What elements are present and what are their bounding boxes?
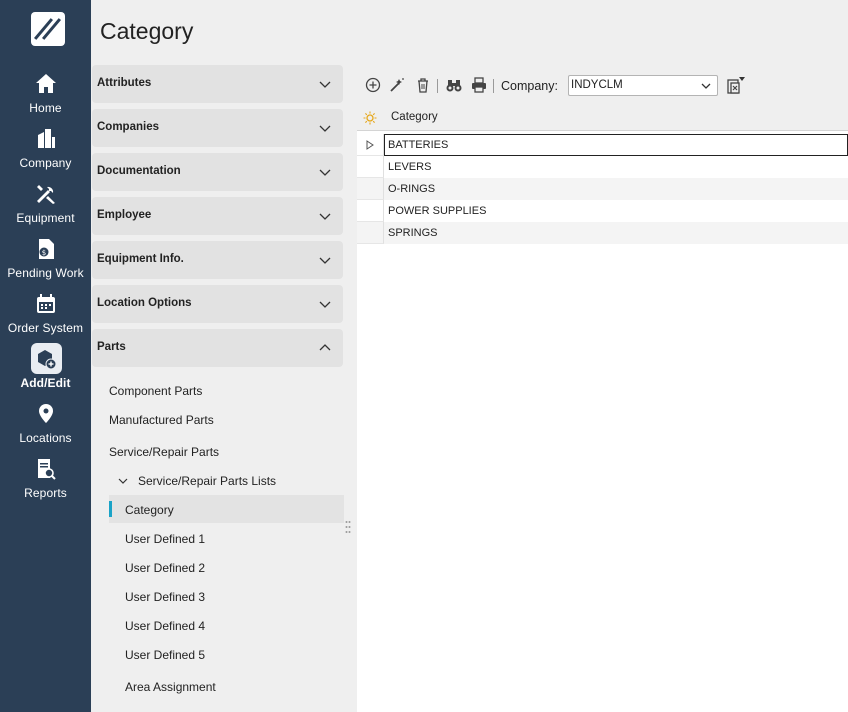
building-icon (38, 129, 55, 148)
calendar-icon (37, 294, 55, 313)
nav-equipment[interactable]: Equipment (0, 182, 91, 237)
accordion-label: Employee (97, 209, 152, 221)
table-cell[interactable]: POWER SUPPLIES (384, 200, 848, 222)
add-icon[interactable] (364, 76, 382, 94)
nav-equipment-label: Equipment (16, 211, 75, 225)
nav-user-defined-3[interactable]: User Defined 3 (125, 590, 205, 604)
grid-header: Category (357, 104, 848, 131)
row-indicator (357, 222, 384, 244)
accordion-companies[interactable]: Companies (92, 109, 343, 147)
table-cell[interactable]: O-RINGS (384, 178, 848, 200)
selected-indicator (109, 501, 112, 517)
nav-locations[interactable]: Locations (0, 402, 91, 457)
accordion-label: Companies (97, 121, 159, 133)
row-indicator (357, 134, 384, 156)
nav-order-system-label: Order System (7, 321, 84, 335)
toolbar-separator (437, 79, 438, 93)
nav-user-defined-5[interactable]: User Defined 5 (125, 648, 205, 662)
column-header-category[interactable]: Category (391, 111, 438, 123)
nav-locations-label: Locations (19, 431, 72, 445)
tools-icon (37, 185, 55, 204)
accordion-parts[interactable]: Parts (92, 329, 343, 367)
chevron-down-icon (701, 83, 711, 89)
nav-company[interactable]: Company (0, 127, 91, 182)
nav-pending-work[interactable]: $ Pending Work (0, 237, 91, 292)
nav-home-label: Home (29, 101, 62, 115)
nav-user-defined-1[interactable]: User Defined 1 (125, 532, 205, 546)
row-pointer-icon (366, 140, 374, 150)
company-select[interactable]: INDYCLM (568, 75, 718, 96)
nav-component-parts[interactable]: Component Parts (109, 384, 202, 398)
accordion-equipment-info[interactable]: Equipment Info. (92, 241, 343, 279)
company-label: Company: (501, 79, 558, 93)
nav-reports[interactable]: Reports (0, 457, 91, 512)
nav-reports-label: Reports (24, 486, 67, 500)
dollar-doc-icon: $ (39, 239, 54, 259)
chevron-down-icon (319, 257, 331, 264)
splitter-grip-icon[interactable] (345, 520, 351, 534)
binoculars-icon[interactable] (445, 76, 463, 94)
accordion-attributes[interactable]: Attributes (92, 65, 343, 103)
accordion-label: Parts (97, 341, 126, 353)
chevron-down-icon (319, 169, 331, 176)
accordion-label: Attributes (97, 77, 152, 89)
nav-order-system[interactable]: Order System (0, 292, 91, 347)
chevron-down-icon[interactable] (118, 476, 128, 486)
nav-service-repair-parts-lists[interactable]: Service/Repair Parts Lists (138, 474, 276, 488)
accordion-label: Documentation (97, 165, 181, 177)
home-icon (36, 74, 56, 93)
row-indicator (357, 178, 384, 200)
export-icon[interactable] (726, 75, 746, 95)
chevron-up-icon (319, 344, 331, 351)
table-cell[interactable]: BATTERIES (384, 134, 848, 156)
nav-add-edit[interactable]: Add/Edit (0, 343, 91, 402)
table-cell[interactable]: SPRINGS (384, 222, 848, 244)
page-title: Category (100, 18, 194, 44)
table-row[interactable]: O-RINGS (357, 178, 848, 200)
nav-home[interactable]: Home (0, 72, 91, 127)
accordion-employee[interactable]: Employee (92, 197, 343, 235)
nav-service-repair-parts[interactable]: Service/Repair Parts (109, 445, 219, 459)
nav-add-edit-label: Add/Edit (20, 376, 71, 390)
row-indicator (357, 156, 384, 178)
location-pin-icon (39, 404, 53, 423)
accordion-location-options[interactable]: Location Options (92, 285, 343, 323)
box-plus-icon (38, 350, 57, 370)
accordion-label: Equipment Info. (97, 253, 184, 265)
sun-icon[interactable] (363, 111, 377, 125)
nav-user-defined-4[interactable]: User Defined 4 (125, 619, 205, 633)
nav-area-assignment[interactable]: Area Assignment (125, 680, 216, 694)
category-grid: Category BATTERIES LEVERS O-RINGS POWER … (357, 104, 848, 712)
nav-manufactured-parts[interactable]: Manufactured Parts (109, 413, 214, 427)
toolbar-separator (493, 79, 494, 93)
table-row[interactable]: LEVERS (357, 156, 848, 178)
table-row[interactable]: POWER SUPPLIES (357, 200, 848, 222)
printer-icon[interactable] (470, 76, 488, 94)
wand-icon[interactable] (388, 76, 406, 94)
accordion-label: Location Options (97, 297, 192, 309)
company-select-value: INDYCLM (571, 79, 623, 91)
nav-pending-work-label: Pending Work (7, 266, 84, 280)
table-cell[interactable]: LEVERS (384, 156, 848, 178)
table-row[interactable]: SPRINGS (357, 222, 848, 244)
nav-company-label: Company (19, 156, 72, 170)
chevron-down-icon (319, 213, 331, 220)
chevron-down-icon (319, 301, 331, 308)
app-logo[interactable] (31, 12, 65, 46)
trash-icon[interactable] (414, 76, 432, 94)
svg-text:$: $ (42, 249, 46, 257)
accordion-documentation[interactable]: Documentation (92, 153, 343, 191)
table-row[interactable]: BATTERIES (357, 134, 848, 156)
nav-rail: Home Company Equipment $ Pending Work Or… (0, 0, 91, 712)
chevron-down-icon (319, 125, 331, 132)
chevron-down-icon (319, 81, 331, 88)
nav-user-defined-2[interactable]: User Defined 2 (125, 561, 205, 575)
row-indicator (357, 200, 384, 222)
nav-category[interactable]: Category (125, 503, 174, 517)
report-search-icon (38, 459, 56, 480)
